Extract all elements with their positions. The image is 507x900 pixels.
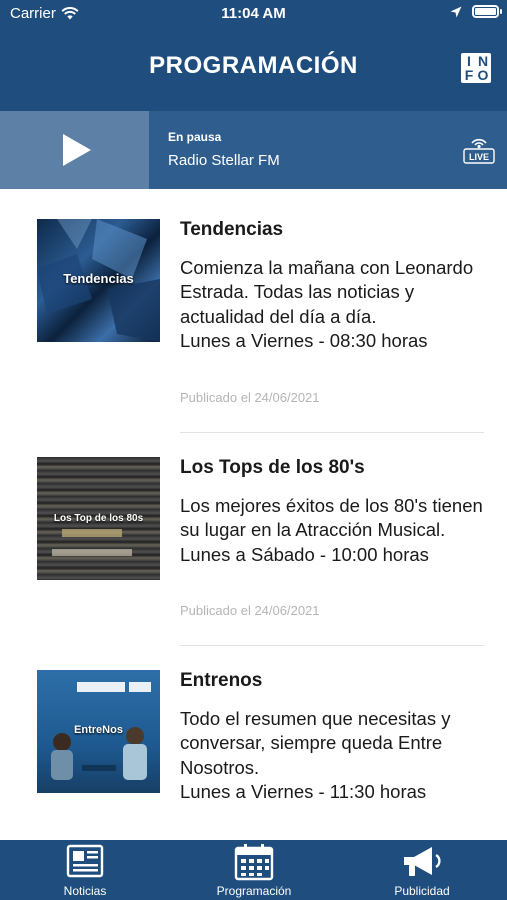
tab-programacion[interactable]: Programación <box>196 840 312 900</box>
play-button[interactable] <box>0 111 149 189</box>
tab-label: Noticias <box>63 884 107 898</box>
program-description-text: Los mejores éxitos de los 80's tienen su… <box>180 495 483 541</box>
status-right <box>450 5 502 18</box>
program-description: Comienza la mañana con Leonardo Estrada.… <box>180 256 485 353</box>
program-title: Los Tops de los 80's <box>180 457 365 478</box>
program-description: Todo el resumen que necesitas y conversa… <box>180 707 485 804</box>
station-name: Radio Stellar FM <box>168 152 280 169</box>
battery-icon <box>472 5 502 18</box>
item-divider <box>180 432 484 433</box>
info-letter: N <box>477 53 489 69</box>
program-published-date: Publicado el 24/06/2021 <box>180 390 320 405</box>
newspaper-icon <box>66 844 104 878</box>
program-list[interactable]: Tendencias Tendencias Comienza la mañana… <box>0 189 507 840</box>
program-thumbnail: Tendencias <box>37 219 160 342</box>
program-description-text: Comienza la mañana con Leonardo Estrada.… <box>180 257 474 327</box>
program-description: Los mejores éxitos de los 80's tienen su… <box>180 494 485 567</box>
thumbnail-label: Tendencias <box>63 271 134 286</box>
program-thumbnail: EntreNos <box>37 670 160 793</box>
program-title: Tendencias <box>180 219 284 240</box>
info-button[interactable]: I N F O <box>461 53 491 83</box>
program-schedule: Lunes a Viernes - 11:30 horas <box>180 780 427 802</box>
status-time: 11:04 AM <box>221 5 286 22</box>
info-letter: F <box>464 67 474 83</box>
live-label: LIVE <box>469 152 489 162</box>
player-state: En pausa <box>168 130 222 144</box>
page-title: PROGRAMACIÓN <box>149 52 358 79</box>
tab-noticias[interactable]: Noticias <box>36 840 134 900</box>
program-schedule: Lunes a Sábado - 10:00 horas <box>180 543 429 565</box>
program-title: Entrenos <box>180 670 263 691</box>
location-arrow-icon <box>450 6 462 17</box>
calendar-icon <box>234 844 274 881</box>
top-bar: Carrier 11:04 AM PROGRAMACIÓN I N F O <box>0 0 507 111</box>
program-thumbnail: Los Top de los 80s <box>37 457 160 580</box>
tab-bar: Noticias Programación Publicidad <box>0 840 507 900</box>
info-letter: I <box>467 53 471 69</box>
live-icon[interactable]: LIVE <box>462 134 496 166</box>
play-icon <box>62 134 91 166</box>
tab-label: Programación <box>216 884 292 898</box>
program-published-date: Publicado el 24/06/2021 <box>180 603 320 618</box>
thumbnail-label: Los Top de los 80s <box>53 513 144 524</box>
program-schedule: Lunes a Viernes - 08:30 horas <box>180 329 428 351</box>
player-bar: En pausa Radio Stellar FM <box>0 111 507 189</box>
thumbnail-label: EntreNos <box>74 724 123 736</box>
status-bar: Carrier 11:04 AM <box>0 0 507 28</box>
program-description-text: Todo el resumen que necesitas y conversa… <box>180 708 451 778</box>
item-divider <box>180 645 484 646</box>
info-letter: O <box>477 67 489 83</box>
tab-publicidad[interactable]: Publicidad <box>378 840 466 900</box>
tab-label: Publicidad <box>394 884 450 898</box>
megaphone-icon <box>404 847 441 876</box>
